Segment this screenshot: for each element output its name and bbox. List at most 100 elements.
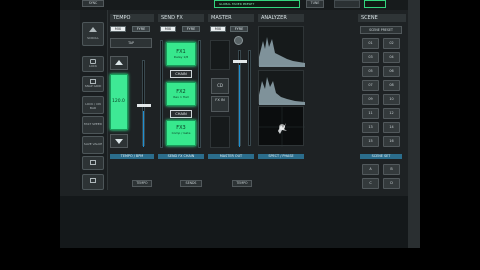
fx2-slot[interactable]: FX2 Rev 1 Hall [166, 82, 196, 106]
cd-button[interactable]: CD [211, 78, 229, 94]
snap-grid-label: SNAP GRID [84, 84, 102, 88]
scene-key-02-label: 02 [389, 41, 394, 45]
scene-key-05[interactable]: 05 [362, 66, 379, 77]
sendfx-fyre-label: FYRE [186, 27, 196, 31]
save-value-button[interactable]: SAVE VALUE [82, 136, 104, 154]
analyzer-title: ANALYZER [261, 15, 287, 21]
chain-button-2[interactable]: CHAIN [170, 110, 192, 118]
tempo-mix-label: MIX [114, 27, 122, 31]
phase-scope-graph [259, 107, 305, 147]
top-right-indicator [364, 0, 386, 8]
scene-key-16-label: 16 [389, 139, 394, 143]
sendfx-mix-toggle[interactable]: MIX [160, 26, 176, 32]
scene-key-13[interactable]: 13 [362, 122, 379, 133]
scene-key-07[interactable]: 07 [362, 80, 379, 91]
master-mix-label: MIX [214, 27, 222, 31]
scene-key-08[interactable]: 08 [383, 80, 400, 91]
master-mix-toggle[interactable]: MIX [210, 26, 226, 32]
lock-button-3[interactable] [82, 174, 104, 190]
scene-key-02[interactable]: 02 [383, 38, 400, 49]
master-fader[interactable] [238, 50, 241, 147]
lock-button-2[interactable] [82, 156, 104, 170]
scene-key-12-label: 12 [389, 111, 394, 115]
scene-key-11[interactable]: 11 [362, 108, 379, 119]
tap-button[interactable]: TAP [110, 38, 152, 48]
scene-key-04[interactable]: 04 [383, 52, 400, 63]
fx1-slot[interactable]: FX1 Delay 1/8 [166, 42, 196, 66]
sendfx-bottom-label: SENDS [185, 181, 197, 185]
tempo-bottom-label: TEMPO [136, 181, 148, 185]
master-meter [248, 50, 251, 146]
scene-key-13-label: 13 [368, 125, 373, 129]
scene-key-10[interactable]: 10 [383, 94, 400, 105]
sendfx-fyre-toggle[interactable]: FYRE [182, 26, 200, 32]
fx-in-label: FX IN [215, 98, 225, 102]
tune-button[interactable]: TUNE [306, 0, 324, 8]
scene-a-button[interactable]: A [362, 164, 379, 175]
scroll-button[interactable]: SCROLL [82, 22, 104, 46]
fast-speed-button[interactable]: FAST SPEED [82, 116, 104, 134]
snap-grid-button[interactable]: SNAP GRID [82, 76, 104, 92]
scene-key-11-label: 11 [368, 111, 373, 115]
master-fyre-label: FYRE [234, 27, 244, 31]
scene-key-05-label: 05 [368, 69, 373, 73]
scene-key-14[interactable]: 14 [383, 122, 400, 133]
tempo-slider-fill [143, 111, 144, 147]
sendfx-header: SEND FX [158, 14, 204, 22]
master-knob[interactable] [234, 36, 243, 45]
scene-preset-button[interactable]: SCENE PRESET [360, 26, 402, 34]
sync-button[interactable]: SYNC [82, 0, 104, 7]
scene-key-01-label: 01 [368, 41, 373, 45]
master-fyre-toggle[interactable]: FYRE [230, 26, 248, 32]
scene-title: SCENE [361, 15, 378, 21]
sendfx-bottom-button[interactable]: SENDS [180, 180, 202, 187]
scene-a-label: A [369, 167, 372, 171]
chain-button-1[interactable]: CHAIN [170, 70, 192, 78]
master-fader-handle[interactable] [233, 60, 247, 63]
scene-key-06-label: 06 [389, 69, 394, 73]
master-footer-bar: MASTER OUT [208, 154, 254, 159]
tempo-bottom-button[interactable]: TEMPO [132, 180, 152, 187]
sendfx-footer-bar: SEND FX CHAIN [158, 154, 204, 159]
bpm-display[interactable]: 120.0 [110, 74, 128, 130]
master-bottom-button[interactable]: TEMPO [232, 180, 252, 187]
scene-key-10-label: 10 [389, 97, 394, 101]
scene-key-16[interactable]: 16 [383, 136, 400, 147]
scene-key-03[interactable]: 03 [362, 52, 379, 63]
scene-b-button[interactable]: B [383, 164, 400, 175]
scene-key-15[interactable]: 15 [362, 136, 379, 147]
scroll-label: SCROLL [87, 36, 99, 40]
tap-label: TAP [128, 41, 134, 45]
tune-label: TUNE [310, 1, 320, 5]
scene-d-button[interactable]: D [383, 178, 400, 189]
scene-key-09-label: 09 [368, 97, 373, 101]
global-fx-bar[interactable]: GLOBAL FADER PRESET [214, 0, 300, 8]
tempo-fyre-toggle[interactable]: FYRE [132, 26, 150, 32]
tempo-mix-toggle[interactable]: MIX [110, 26, 126, 32]
tempo-up-button[interactable] [110, 56, 128, 70]
scene-key-06[interactable]: 06 [383, 66, 400, 77]
tempo-slider-handle[interactable] [137, 104, 151, 107]
fx-in-button[interactable]: FX IN [211, 96, 229, 112]
lock-button[interactable]: LOCK [82, 56, 104, 72]
scene-b-label: B [390, 167, 393, 171]
lock-icon-2 [90, 160, 96, 165]
scene-key-09[interactable]: 09 [362, 94, 379, 105]
scene-key-01[interactable]: 01 [362, 38, 379, 49]
scene-c-button[interactable]: C [362, 178, 379, 189]
fx3-slot[interactable]: FX3 Comp / Gate [166, 120, 196, 146]
fx2-sub: Rev 1 Hall [173, 95, 189, 99]
sendfx-footer-label: SEND FX CHAIN [167, 154, 195, 158]
sendfx-mix-label: MIX [164, 27, 172, 31]
lock-on-bar-button[interactable]: LOCK / ON BAR [82, 96, 104, 114]
scene-key-12[interactable]: 12 [383, 108, 400, 119]
chain-label-2: CHAIN [175, 112, 187, 116]
up-triangle-icon [115, 60, 123, 65]
lock-on-bar-label: LOCK / ON BAR [85, 102, 101, 110]
tempo-slider[interactable] [142, 60, 145, 147]
spectrum-graph-1 [259, 37, 305, 67]
tempo-down-button[interactable] [110, 134, 128, 148]
global-fx-sub: GLOBAL FADER PRESET [219, 2, 255, 6]
tempo-footer-bar: TEMPO / BPM [110, 154, 154, 159]
bottom-empty-area [60, 196, 408, 248]
